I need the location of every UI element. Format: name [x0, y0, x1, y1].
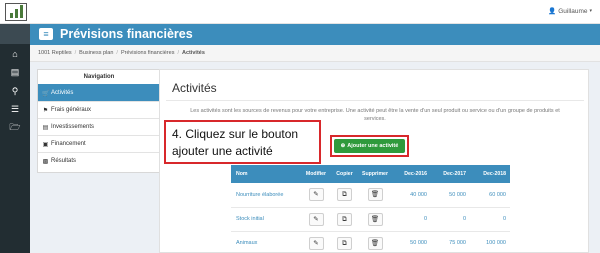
- money-icon: ▣: [42, 141, 49, 148]
- value-cell: 60 000: [489, 191, 506, 198]
- copy-icon[interactable]: ⧉: [337, 212, 352, 226]
- activity-name-link[interactable]: Nourriture élaborée: [231, 183, 301, 207]
- value-cell: 0: [502, 216, 506, 222]
- value-cell: 75 000: [449, 240, 466, 246]
- breadcrumb-separator: /: [177, 50, 179, 56]
- section-title: Activités: [172, 81, 217, 95]
- top-bar: 👤 Guillaume ▾: [0, 0, 600, 24]
- edit-pencil-icon[interactable]: ✎: [308, 236, 324, 250]
- edit-pencil-icon[interactable]: ✎: [308, 212, 324, 226]
- navigation-panel: Navigation 🛒 Activités ⚑ Frais généraux …: [37, 69, 161, 173]
- value-cell: 0: [423, 216, 427, 222]
- user-menu[interactable]: 👤 Guillaume ▾: [548, 7, 592, 16]
- trash-icon[interactable]: 🗑: [367, 212, 383, 226]
- breadcrumb-item[interactable]: 1001 Reptiles: [38, 50, 72, 56]
- breadcrumb-item[interactable]: Prévisions financières: [121, 50, 175, 56]
- nav-item-financement[interactable]: ▣ Financement: [38, 135, 160, 152]
- table-row: Animaux ✎ ⧉ 🗑 50 000 75 000 100 000: [231, 231, 510, 253]
- nav-item-frais-generaux[interactable]: ⚑ Frais généraux: [38, 101, 160, 118]
- cart-icon: 🛒: [42, 90, 50, 97]
- add-activity-label: Ajouter une activité: [347, 143, 399, 149]
- rail-header: [0, 24, 30, 44]
- add-activity-button[interactable]: ⊕ Ajouter une activité: [334, 139, 405, 153]
- breadcrumb-current: Activités: [181, 50, 205, 56]
- logo-bar: [10, 13, 13, 18]
- dashboard-icon[interactable]: ▤: [9, 66, 21, 78]
- nav-item-label: Frais généraux: [51, 107, 92, 113]
- column-header: Supprimer: [362, 171, 388, 177]
- value-cell: 50 000: [410, 240, 427, 246]
- user-name: Guillaume: [558, 7, 588, 15]
- nav-item-label: Investissements: [51, 124, 95, 130]
- trash-icon[interactable]: 🗑: [367, 188, 383, 202]
- nav-item-label: Financement: [51, 141, 86, 147]
- activity-name-link[interactable]: Animaux: [231, 231, 301, 253]
- bar-chart-icon: ▩: [42, 158, 49, 165]
- column-header: Copier: [336, 171, 353, 177]
- table-row: Nourriture élaborée ✎ ⧉ 🗑 40 000 50 000 …: [231, 183, 510, 207]
- instruction-callout: 4. Cliquez sur le bouton ajouter une act…: [164, 120, 321, 164]
- copy-icon[interactable]: ⧉: [337, 188, 352, 202]
- logo-bar: [20, 5, 23, 18]
- table-row: Stock initial ✎ ⧉ 🗑 0 0 0: [231, 207, 510, 231]
- breadcrumb-separator: /: [116, 50, 118, 56]
- breadcrumb-item[interactable]: Business plan: [79, 50, 113, 56]
- copy-icon[interactable]: ⧉: [337, 236, 352, 250]
- flag-icon: ⚑: [42, 107, 49, 114]
- page-title: Prévisions financières: [60, 27, 193, 41]
- caret-down-icon: ▾: [589, 8, 592, 14]
- nav-item-investissements[interactable]: ▤ Investissements: [38, 118, 160, 135]
- trash-icon[interactable]: 🗑: [367, 236, 383, 250]
- value-cell: 100 000: [486, 240, 506, 246]
- nav-item-label: Activités: [51, 90, 74, 96]
- nav-item-label: Résultats: [51, 158, 77, 164]
- edit-pencil-icon[interactable]: ✎: [308, 188, 324, 202]
- left-icon-rail: ⌂ ▤ ⚲ ☰ 🗁: [0, 24, 30, 253]
- breadcrumb: 1001 Reptiles / Business plan / Prévisio…: [30, 45, 600, 62]
- nav-item-activites[interactable]: 🛒 Activités: [38, 84, 160, 101]
- value-cell: 40 000: [410, 191, 427, 198]
- column-header: Nom: [236, 171, 248, 177]
- nav-item-resultats[interactable]: ▩ Résultats: [38, 152, 160, 169]
- hamburger-icon[interactable]: ≡: [39, 28, 53, 40]
- activities-table: Nom Modifier Copier Supprimer Dec-2016 D…: [231, 165, 510, 253]
- building-icon: ▤: [42, 124, 49, 131]
- breadcrumb-separator: /: [74, 50, 77, 56]
- home-icon[interactable]: ⌂: [9, 48, 21, 60]
- value-cell: 50 000: [449, 191, 466, 198]
- folder-icon[interactable]: 🗁: [9, 121, 21, 133]
- user-icon: 👤: [548, 8, 557, 15]
- logo-bar: [15, 9, 18, 18]
- app-logo[interactable]: [5, 3, 27, 21]
- navigation-title: Navigation: [83, 74, 115, 80]
- plus-circle-icon: ⊕: [340, 143, 346, 149]
- table-header-row: Nom Modifier Copier Supprimer Dec-2016 D…: [231, 165, 510, 183]
- activity-name-link[interactable]: Stock initial: [231, 207, 301, 231]
- column-header: Modifier: [305, 171, 327, 177]
- title-divider: [166, 100, 584, 101]
- column-header: Dec-2017: [443, 171, 466, 177]
- add-button-highlight: ⊕ Ajouter une activité: [330, 135, 409, 157]
- column-header: Dec-2018: [483, 171, 506, 177]
- header-bar: ≡ Prévisions financières: [30, 24, 600, 45]
- value-cell: 0: [462, 216, 466, 222]
- search-icon[interactable]: ⚲: [9, 85, 21, 97]
- list-icon[interactable]: ☰: [9, 103, 21, 115]
- column-header: Dec-2016: [404, 171, 427, 177]
